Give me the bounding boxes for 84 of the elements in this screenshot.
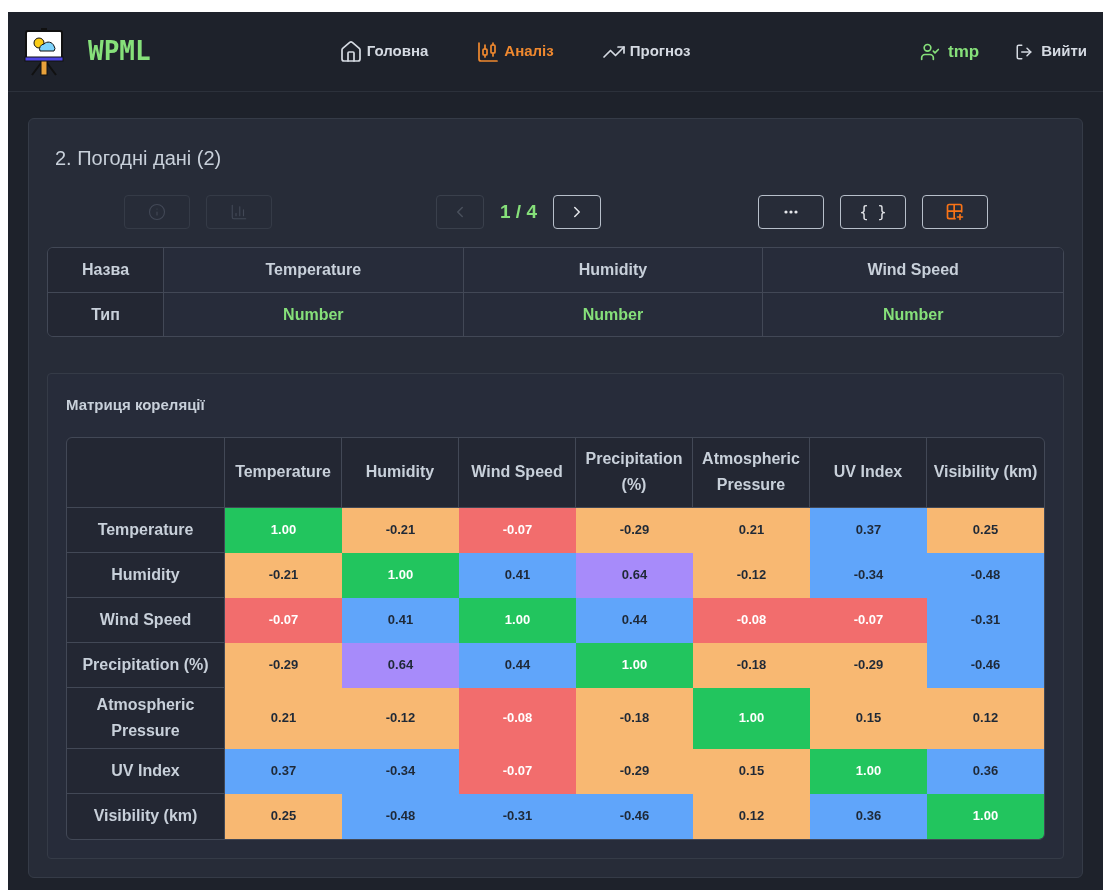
correlation-cell: 0.15 (810, 687, 927, 749)
correlation-cell: 0.64 (576, 552, 693, 598)
json-button[interactable]: { } (840, 195, 906, 229)
correlation-cell: 0.44 (576, 597, 693, 643)
correlation-cell: 1.00 (693, 687, 810, 749)
dataset-title: 2. Погодні дані (2) (55, 146, 223, 171)
correlation-cell: -0.46 (576, 793, 693, 839)
correlation-cell: 1.00 (810, 748, 927, 794)
correlation-cell: -0.31 (459, 793, 576, 839)
correlation-cell: 0.25 (225, 793, 342, 839)
correlation-cell: -0.34 (342, 748, 459, 794)
nav-link[interactable]: Прогноз (601, 39, 691, 64)
correlation-cell: -0.48 (927, 552, 1044, 598)
correlation-cell: -0.46 (927, 642, 1044, 688)
user-link[interactable]: tmp (920, 38, 980, 65)
table-add-icon (945, 202, 965, 222)
column-header: Visibility (km) (927, 437, 1044, 508)
correlation-cell: 0.37 (810, 507, 927, 553)
correlation-cell: -0.07 (810, 597, 927, 643)
column-header: Temperature (225, 437, 342, 508)
correlation-cell: 1.00 (927, 793, 1044, 839)
column-header: Wind Speed (459, 437, 576, 508)
correlation-cell: 0.15 (693, 748, 810, 794)
home-icon (338, 39, 363, 64)
correlation-cell: -0.18 (693, 642, 810, 688)
correlation-cell: 0.41 (342, 597, 459, 643)
page-indicator: 1 / 4 (500, 199, 537, 224)
more-button[interactable] (758, 195, 824, 229)
correlation-cell: -0.29 (576, 748, 693, 794)
correlation-cell: -0.29 (810, 642, 927, 688)
correlation-cell: -0.34 (810, 552, 927, 598)
column-header: Humidity (342, 437, 459, 508)
correlation-cell: 0.36 (810, 793, 927, 839)
correlation-cell: -0.08 (693, 597, 810, 643)
table-cell: Humidity (463, 248, 764, 292)
candlestick-chart-icon (476, 39, 501, 64)
column-header: Precipitation (%) (576, 437, 693, 508)
correlation-cell: -0.08 (459, 687, 576, 749)
correlation-cell: 0.21 (693, 507, 810, 553)
table-cell: Wind Speed (763, 248, 1063, 292)
logout-link[interactable]: Вийти (1015, 40, 1087, 63)
correlation-cell: 0.12 (693, 793, 810, 839)
correlation-cell: 0.37 (225, 748, 342, 794)
correlation-cell: 0.44 (459, 642, 576, 688)
table-cell: Number (463, 293, 764, 336)
correlation-cell: 1.00 (342, 552, 459, 598)
correlation-cell: 0.21 (225, 687, 342, 749)
correlation-cell: -0.07 (225, 597, 342, 643)
correlation-cell: 0.64 (342, 642, 459, 688)
correlation-cell: -0.31 (927, 597, 1044, 643)
correlation-cell: -0.29 (576, 507, 693, 553)
nav-link[interactable]: Аналіз (476, 39, 554, 64)
info-icon (148, 203, 166, 221)
correlation-cell: -0.21 (342, 507, 459, 553)
logout-icon (1015, 42, 1034, 61)
correlation-cell: -0.12 (342, 687, 459, 749)
bar-chart-icon (230, 203, 248, 221)
ellipsis-icon (784, 210, 798, 214)
correlation-cell: 0.41 (459, 552, 576, 598)
matrix-title: Матриця кореляції (66, 395, 206, 415)
easel-icon (24, 26, 64, 77)
correlation-cell: -0.48 (342, 793, 459, 839)
correlation-cell: -0.29 (225, 642, 342, 688)
table-cell: Number (763, 293, 1063, 336)
correlation-cell: -0.07 (459, 748, 576, 794)
correlation-cell: -0.07 (459, 507, 576, 553)
column-header: Atmospheric Pressure (693, 437, 810, 508)
nav-link[interactable]: Головна (338, 39, 429, 64)
add-table-button[interactable] (922, 195, 988, 229)
app-logo-text: WPML (88, 35, 151, 68)
correlation-cell: 1.00 (576, 642, 693, 688)
column-header: UV Index (810, 437, 927, 508)
table-cell: Temperature (164, 248, 464, 292)
correlation-cell: 0.25 (927, 507, 1044, 553)
correlation-cell: -0.18 (576, 687, 693, 749)
table-cell: Number (164, 293, 464, 336)
correlation-cell: 0.36 (927, 748, 1044, 794)
correlation-cell: 1.00 (459, 597, 576, 643)
correlation-cell: 0.12 (927, 687, 1044, 749)
user-icon (920, 41, 940, 62)
correlation-cell: -0.12 (693, 552, 810, 598)
correlation-cell: -0.21 (225, 552, 342, 598)
correlation-cell: 1.00 (225, 507, 342, 553)
next-page-button[interactable] (553, 195, 601, 229)
